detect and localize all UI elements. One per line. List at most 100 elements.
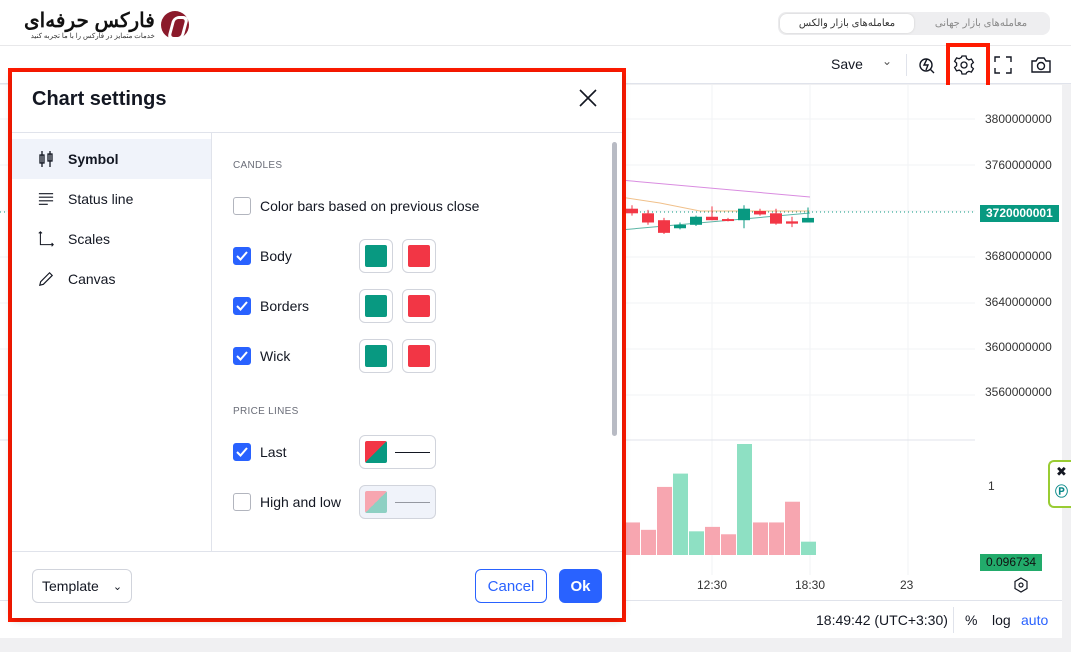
time-label: 18:30 <box>795 578 826 592</box>
auto-toggle[interactable]: auto <box>1021 612 1048 628</box>
volume-bar <box>657 486 672 555</box>
color-bars-row[interactable]: Color bars based on previous close <box>233 197 479 215</box>
pencil-icon <box>38 270 54 288</box>
dialog-title: Chart settings <box>32 88 167 110</box>
divider <box>953 607 954 633</box>
volume-bar <box>705 526 720 555</box>
checkbox[interactable] <box>233 493 251 511</box>
divider <box>906 54 907 76</box>
candle-body <box>786 221 798 224</box>
section-price-lines: PRICE LINES <box>233 406 299 417</box>
checkbox-checked[interactable] <box>233 347 251 365</box>
candle-body <box>706 216 718 221</box>
cancel-button[interactable]: Cancel <box>475 569 547 603</box>
body-row[interactable]: Body <box>233 247 292 265</box>
sidebar-item-scales[interactable]: Scales <box>12 219 211 259</box>
wick-down-color-swatch[interactable] <box>402 339 436 373</box>
candle-body <box>738 208 750 221</box>
high-low-row[interactable]: High and low <box>233 493 341 511</box>
candle-body <box>770 213 782 224</box>
high-low-line-style-picker[interactable] <box>359 485 436 519</box>
candle-body <box>690 216 702 225</box>
upper-band-line <box>619 179 811 198</box>
e-icon[interactable]: Ⓟ <box>1050 482 1071 502</box>
dialog-footer: Template ⌄ Cancel Ok <box>12 551 622 618</box>
time-label: 23 <box>900 578 914 592</box>
ok-button[interactable]: Ok <box>559 569 602 603</box>
price-label: 3640000000 <box>985 295 1052 309</box>
site-header: فارکس حرفه‌ای خدمات متمایز در فارکس را با… <box>0 0 1071 46</box>
save-button[interactable]: Save <box>831 56 863 72</box>
last-row[interactable]: Last <box>233 443 286 461</box>
status-line-icon <box>38 190 54 208</box>
checkbox[interactable] <box>233 197 251 215</box>
moving-average-line <box>619 196 810 212</box>
save-dropdown-chevron-icon[interactable]: ⌄ <box>882 54 892 68</box>
section-candles: CANDLES <box>233 160 283 171</box>
candle-body <box>802 217 814 223</box>
log-toggle[interactable]: log <box>992 612 1011 628</box>
percent-toggle[interactable]: % <box>965 612 977 628</box>
wick-row[interactable]: Wick <box>233 347 290 365</box>
price-label: 3680000000 <box>985 249 1052 263</box>
volume-bar <box>689 531 704 555</box>
checkbox-checked[interactable] <box>233 247 251 265</box>
chevron-down-icon: ⌄ <box>112 580 123 593</box>
logo-mark-icon <box>160 11 189 39</box>
volume-last-tag: 0.096734 <box>980 554 1043 571</box>
body-down-color-swatch[interactable] <box>402 239 436 273</box>
close-icon[interactable] <box>578 88 598 108</box>
clock: 18:49:42 (UTC+3:30) <box>816 612 948 628</box>
scales-icon <box>38 230 54 248</box>
template-dropdown[interactable]: Template ⌄ <box>32 569 132 603</box>
candle-body <box>722 219 734 222</box>
volume-bar <box>737 444 752 555</box>
settings-content: CANDLES Color bars based on previous clo… <box>213 133 613 551</box>
candle-body <box>642 213 654 223</box>
last-price-tag: 3720000001 <box>980 205 1059 222</box>
close-icon[interactable]: ✖ <box>1050 462 1071 482</box>
candle-body <box>754 211 766 215</box>
time-axis-settings-icon[interactable] <box>1013 577 1029 598</box>
alert-icon[interactable] <box>914 52 940 78</box>
volume-bar <box>721 534 736 555</box>
volume-bar <box>785 501 800 555</box>
checkbox-checked[interactable] <box>233 297 251 315</box>
candle-body <box>674 224 686 229</box>
volume-bar <box>673 473 688 555</box>
volume-bar <box>801 541 816 555</box>
borders-up-color-swatch[interactable] <box>359 289 393 323</box>
camera-icon[interactable] <box>1028 52 1054 78</box>
sidebar-item-canvas[interactable]: Canvas <box>12 259 211 299</box>
fullscreen-icon[interactable] <box>990 52 1016 78</box>
chart-settings-dialog: Chart settings Symbol Status line Scales… <box>12 72 622 618</box>
sidebar-item-status-line[interactable]: Status line <box>12 179 211 219</box>
volume-bar <box>769 522 784 555</box>
borders-row[interactable]: Borders <box>233 297 309 315</box>
side-widget[interactable]: ✖ Ⓟ <box>1048 460 1071 508</box>
settings-sidebar: Symbol Status line Scales Canvas <box>12 133 212 551</box>
volume-bar <box>753 522 768 555</box>
wick-up-color-swatch[interactable] <box>359 339 393 373</box>
price-label: 3800000000 <box>985 112 1052 126</box>
sidebar-item-symbol[interactable]: Symbol <box>12 139 211 179</box>
borders-down-color-swatch[interactable] <box>402 289 436 323</box>
candle-body <box>626 208 638 214</box>
volume-bar <box>641 529 656 555</box>
time-label: 12:30 <box>697 578 728 592</box>
price-label: 3560000000 <box>985 385 1052 399</box>
volume-axis-label: 1 <box>988 479 995 493</box>
price-label: 3600000000 <box>985 340 1052 354</box>
tab-global-market[interactable]: معامله‌های بازار جهانی <box>914 14 1048 33</box>
volume-bar <box>625 522 640 555</box>
market-tabs: معامله‌های بازار جهانی معامله‌های بازار … <box>778 12 1050 35</box>
body-up-color-swatch[interactable] <box>359 239 393 273</box>
logo[interactable]: فارکس حرفه‌ای خدمات متمایز در فارکس را با… <box>24 10 189 40</box>
price-label: 3760000000 <box>985 158 1052 172</box>
tab-walex-market[interactable]: معامله‌های بازار والکس <box>780 14 914 33</box>
last-line-style-picker[interactable] <box>359 435 436 469</box>
candles-icon <box>38 150 54 168</box>
candle-body <box>658 220 670 233</box>
checkbox-checked[interactable] <box>233 443 251 461</box>
scrollbar[interactable] <box>612 142 617 436</box>
